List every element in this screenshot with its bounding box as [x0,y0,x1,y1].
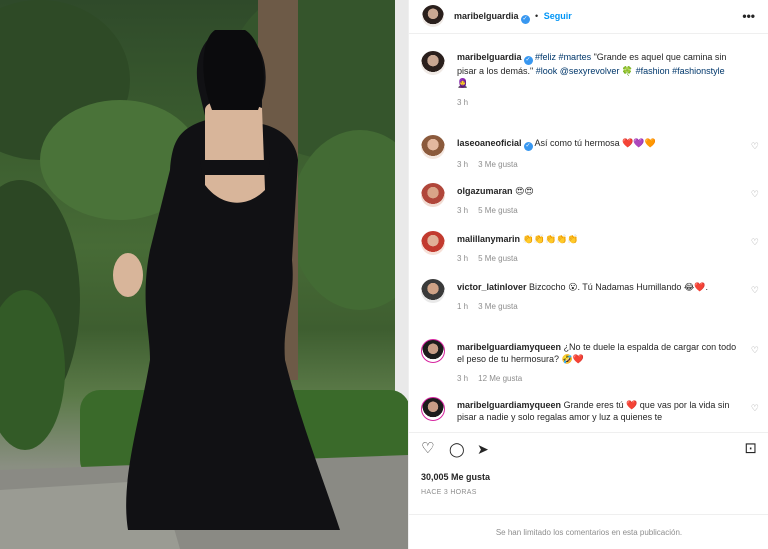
caption-time: 3 h [457,98,469,107]
comment-time: 1 h [457,302,469,311]
photo-illustration [0,0,408,549]
author-avatar[interactable] [422,5,444,27]
more-options-icon[interactable]: ••• [742,9,755,23]
commenter-username[interactable]: malillanymarin [457,234,520,244]
comment-like-icon[interactable]: ♡ [751,189,759,200]
caption-mention[interactable]: @sexyrevolver [557,66,622,76]
commenter-username[interactable]: maribelguardiamyqueen [457,400,561,410]
comment-time: 3 h [457,254,469,263]
comment-like-icon[interactable]: ♡ [751,141,759,152]
comment-like-icon[interactable]: ♡ [751,345,759,356]
caption-emoji: 🍀 [621,66,634,76]
caption-hashtags[interactable]: #feliz #martes [535,52,591,62]
like-count[interactable]: 30,005 Me gusta [421,472,490,482]
post-header: maribelguardia ✓ • Seguir ••• [409,0,768,34]
commenter-avatar[interactable] [421,135,445,159]
post-panel: maribelguardia ✓ • Seguir ••• maribelguar… [408,0,768,549]
caption-emoji-2: 🧕 [457,78,469,88]
comment-like-icon[interactable]: ♡ [751,403,759,414]
comment-text: Así como tú hermosa ❤️💜🧡 [534,138,656,148]
verified-icon: ✓ [523,56,533,65]
like-icon[interactable]: ♡ [421,441,434,457]
comment-time: 3 h [457,374,469,383]
caption-hashtag-look[interactable]: #look [536,66,558,76]
save-icon[interactable]: ⊡ [744,441,757,457]
share-icon[interactable]: ➤ [477,441,489,457]
comment-likes[interactable]: 5 Me gusta [478,254,518,263]
verified-icon: ✓ [520,15,530,24]
caption-hashtags-2[interactable]: #fashion #fashionstyle [633,66,725,76]
comment-likes[interactable]: 3 Me gusta [478,302,518,311]
comment-text: 😍😍 [515,186,534,196]
commenter-avatar[interactable] [421,397,445,421]
dot-separator: • [535,11,539,21]
comment-text: Bizcocho 😮. Tú Nadamas Humillando 😂❤️. [529,282,709,292]
commenter-avatar[interactable] [421,279,445,303]
verified-icon: ✓ [523,142,533,151]
comment-time: 3 h [457,206,469,215]
commenter-username[interactable]: olgazumaran [457,186,513,196]
comment-like-icon[interactable]: ♡ [751,285,759,296]
comment-icon[interactable]: ◯ [449,441,465,457]
comment-text: 👏👏👏👏👏 [522,234,579,244]
post-time: HACE 3 HORAS [421,489,477,496]
post-photo [0,0,408,549]
comment-likes[interactable]: 5 Me gusta [478,206,518,215]
follow-button[interactable]: Seguir [544,11,572,21]
comment-time: 3 h [457,160,469,169]
comment-likes[interactable]: 12 Me gusta [478,374,522,383]
commenter-username[interactable]: victor_latinlover [457,282,527,292]
commenter-avatar[interactable] [421,183,445,207]
comments-feed[interactable]: maribelguardia ✓ #feliz #martes "Grande e… [409,35,768,430]
caption-username[interactable]: maribelguardia [457,52,522,62]
comment-likes[interactable]: 3 Me gusta [478,160,518,169]
author-avatar[interactable] [421,51,445,75]
commenter-avatar[interactable] [421,339,445,363]
author-username[interactable]: maribelguardia [454,11,519,21]
commenter-username[interactable]: laseoaneoficial [457,138,522,148]
comment-like-icon[interactable]: ♡ [751,237,759,248]
post-actions: ♡ ◯ ➤ ⊡ [409,432,768,464]
commenter-username[interactable]: maribelguardiamyqueen [457,342,561,352]
commenter-avatar[interactable] [421,231,445,255]
comments-limited-notice: Se han limitado los comentarios en esta … [409,514,768,549]
